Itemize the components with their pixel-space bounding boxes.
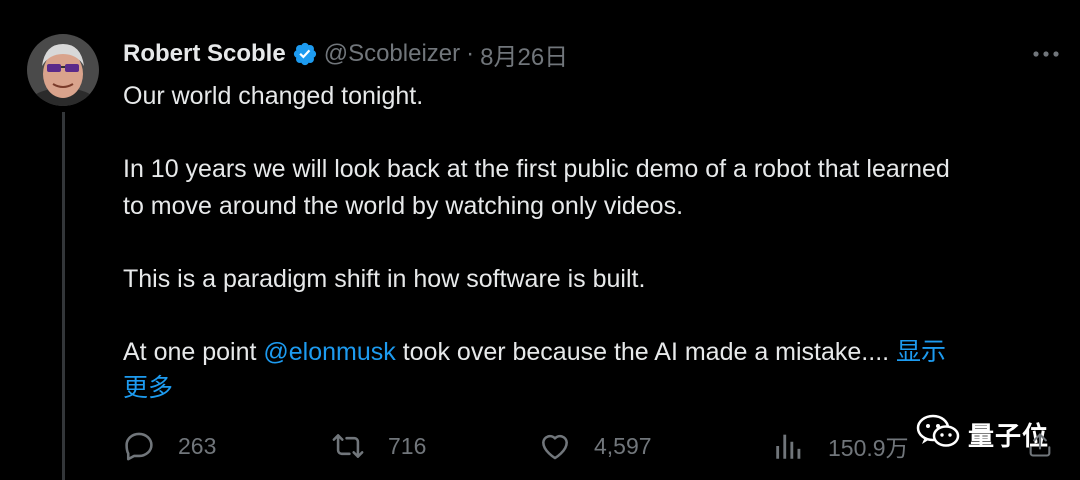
author-name[interactable]: Robert Scoble	[123, 40, 286, 68]
reply-button[interactable]: 263	[122, 424, 216, 468]
show-more-link-part1[interactable]: 显示	[896, 338, 946, 366]
mention-link[interactable]: @elonmusk	[263, 338, 395, 366]
tweet-line-1: Our world changed tonight.	[123, 82, 424, 110]
tweet-date[interactable]: 8月26日	[480, 37, 568, 72]
verified-badge-icon	[292, 41, 318, 67]
tweet-line-2a: In 10 years we will look back at the fir…	[123, 155, 950, 183]
line4-prefix: At one point	[123, 337, 264, 366]
more-horizontal-icon[interactable]	[1030, 40, 1062, 68]
avatar[interactable]	[27, 34, 99, 106]
wechat-icon	[916, 413, 960, 456]
retweet-count: 716	[388, 432, 427, 459]
tweet-line-4: At one point @elonmusk took over because…	[123, 334, 1068, 371]
views-icon	[772, 429, 806, 463]
tweet-header: Robert Scoble @Scobleizer · 8月26日	[123, 37, 568, 72]
author-handle[interactable]: @Scobleizer	[324, 40, 460, 68]
views-button[interactable]: 150.9万	[772, 424, 909, 468]
share-icon[interactable]	[1026, 430, 1054, 460]
show-more-link-part2[interactable]: 更多	[123, 374, 173, 402]
reply-count: 263	[178, 432, 217, 459]
heart-icon	[538, 429, 572, 463]
tweet-line-5: 更多	[123, 370, 1068, 407]
line4-suffix: took over because the AI made a mistake.…	[395, 337, 897, 366]
separator-dot: ·	[466, 40, 475, 67]
views-count: 150.9万	[828, 435, 909, 461]
reply-icon	[122, 429, 156, 463]
retweet-button[interactable]: 716	[330, 424, 426, 468]
tweet-line-3: This is a paradigm shift in how software…	[123, 264, 646, 293]
thread-line	[62, 112, 65, 480]
retweet-icon	[330, 429, 366, 463]
like-button[interactable]: 4,597	[538, 424, 652, 468]
like-count: 4,597	[594, 432, 652, 459]
tweet-text: Our world changed tonight. In 10 years w…	[123, 78, 1068, 407]
tweet-line-2b: to move around the world by watching onl…	[123, 191, 684, 220]
